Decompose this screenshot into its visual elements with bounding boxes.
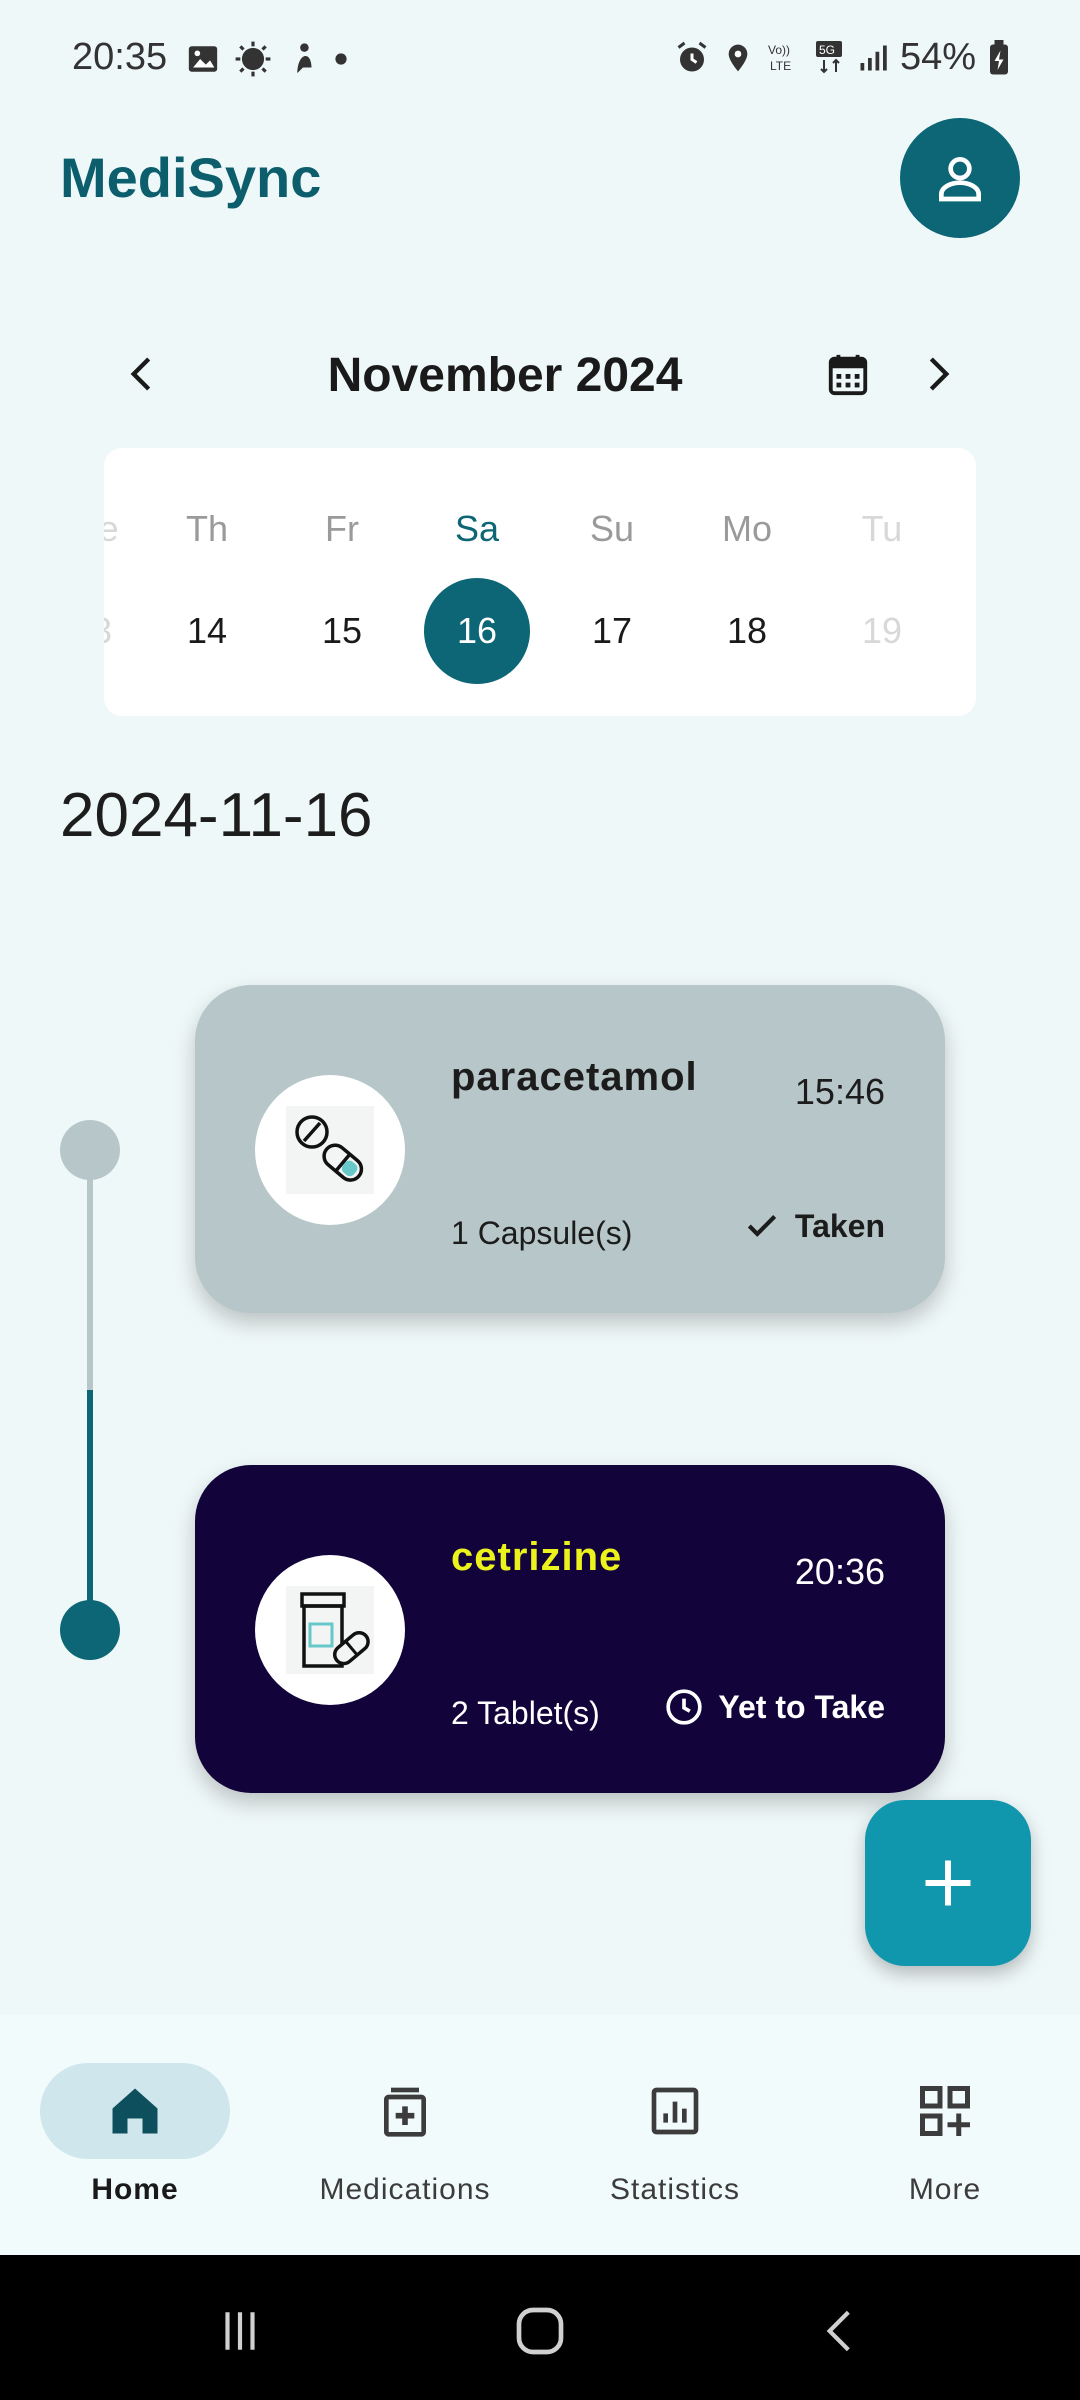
recent-apps-button[interactable] xyxy=(200,2291,280,2371)
nav-icon-container xyxy=(850,2063,1040,2159)
medication-time: 20:36 xyxy=(794,1551,885,1592)
svg-text:Vo)): Vo)) xyxy=(768,43,790,57)
chevron-right-icon xyxy=(929,357,950,391)
day-number: 19 xyxy=(861,610,903,651)
medication-card-paracetamol[interactable]: paracetamol 15:46 1 Capsule(s) Taken xyxy=(195,985,945,1313)
medication-image xyxy=(255,1555,405,1705)
nav-icon-container xyxy=(310,2063,500,2159)
day-number: 16 xyxy=(424,578,530,684)
recent-apps-icon xyxy=(225,2312,255,2350)
calendar-picker-button[interactable] xyxy=(818,344,878,404)
5g-icon: 5G xyxy=(815,40,842,73)
timeline-line-upcoming xyxy=(87,1390,93,1630)
location-icon xyxy=(728,44,748,71)
plus-icon xyxy=(925,1860,971,1906)
brightness-icon xyxy=(235,41,271,77)
medication-status[interactable]: Yet to Take xyxy=(664,1687,885,1727)
day-name: Mo xyxy=(721,508,772,549)
status-label: Taken xyxy=(794,1207,885,1244)
profile-icon xyxy=(939,157,981,202)
bottom-navigation: Home Medications Statistics More xyxy=(0,2015,1080,2255)
nav-label: Medications xyxy=(319,2173,491,2206)
capsule-pills-icon xyxy=(286,1106,374,1194)
check-icon xyxy=(747,1215,777,1237)
system-icons: Vo)) LTE 5G 54% xyxy=(674,36,1010,79)
profile-button[interactable] xyxy=(900,118,1020,238)
day-14[interactable]: Th 14 xyxy=(147,448,267,716)
medication-icon xyxy=(384,2087,426,2137)
month-navigation: November 2024 xyxy=(0,330,1080,414)
day-name: Su xyxy=(589,508,635,549)
image-icon xyxy=(188,46,218,72)
svg-text:5G: 5G xyxy=(819,43,835,57)
day-name: Th xyxy=(185,508,228,549)
day-19[interactable]: Tu 19 xyxy=(822,448,942,716)
nav-icon-container xyxy=(40,2063,230,2159)
back-icon xyxy=(826,2310,850,2352)
day-number: 17 xyxy=(591,610,633,651)
nav-more[interactable]: More xyxy=(810,2015,1080,2255)
app-title: MediSync xyxy=(60,146,322,209)
nav-icon-container xyxy=(580,2063,770,2159)
medication-image xyxy=(255,1075,405,1225)
week-strip: We 13 Th 14 Fr 15 Sa 16 Su 17 Mo 18 Tu 1… xyxy=(104,448,976,716)
back-system-button[interactable] xyxy=(800,2291,880,2371)
timeline-dot-taken xyxy=(60,1120,120,1180)
pill-bottle-icon xyxy=(286,1586,374,1674)
nav-home[interactable]: Home xyxy=(0,2015,270,2255)
status-label: Yet to Take xyxy=(718,1688,885,1725)
clock-icon xyxy=(666,1689,703,1725)
status-bar: 20:35 Vo)) LTE 5G 54% xyxy=(0,0,1080,120)
statistics-icon xyxy=(651,2087,699,2135)
home-system-button[interactable] xyxy=(500,2291,580,2371)
timeline-dot-pending xyxy=(60,1600,120,1660)
day-name: Sa xyxy=(454,508,500,549)
day-15[interactable]: Fr 15 xyxy=(282,448,402,716)
nav-label: Statistics xyxy=(609,2173,741,2206)
nav-medications[interactable]: Medications xyxy=(270,2015,540,2255)
day-number: 14 xyxy=(186,610,228,651)
medication-status[interactable]: Taken xyxy=(743,1207,885,1245)
calendar-icon xyxy=(828,354,868,396)
more-grid-icon xyxy=(920,2086,970,2136)
status-time: 20:35 xyxy=(72,36,168,78)
accessibility-icon xyxy=(297,43,312,74)
day-number: 18 xyxy=(726,610,768,651)
timeline-line-past xyxy=(87,1150,93,1390)
volte-icon: Vo)) LTE xyxy=(768,43,791,73)
day-17[interactable]: Su 17 xyxy=(552,448,672,716)
medication-name: cetrizine xyxy=(451,1535,623,1579)
day-name: Fr xyxy=(325,508,359,549)
dot-icon xyxy=(335,53,347,65)
medication-time: 15:46 xyxy=(794,1071,885,1112)
day-16-selected[interactable]: Sa 16 xyxy=(417,448,537,716)
home-icon xyxy=(112,2088,158,2134)
next-month-button[interactable] xyxy=(908,344,968,404)
alarm-icon xyxy=(677,41,707,71)
svg-text:LTE: LTE xyxy=(770,59,791,73)
system-navigation-bar xyxy=(0,2255,1080,2400)
day-18[interactable]: Mo 18 xyxy=(687,448,807,716)
nav-statistics[interactable]: Statistics xyxy=(540,2015,810,2255)
home-circle-icon xyxy=(516,2307,564,2355)
day-13[interactable]: We 13 xyxy=(104,448,152,716)
battery-percent: 54% xyxy=(899,36,976,78)
selected-date-heading: 2024-11-16 xyxy=(60,781,373,850)
day-name: Tu xyxy=(861,508,903,549)
medication-card-cetrizine[interactable]: cetrizine 20:36 2 Tablet(s) Yet to Take xyxy=(195,1465,945,1793)
day-number: 13 xyxy=(104,578,145,684)
signal-icon xyxy=(860,45,887,70)
medication-name: paracetamol xyxy=(451,1055,698,1099)
medication-dose: 2 Tablet(s) xyxy=(451,1695,600,1731)
day-number: 15 xyxy=(321,610,363,651)
battery-charging-icon xyxy=(990,39,1008,74)
day-name: We xyxy=(104,508,119,549)
medication-dose: 1 Capsule(s) xyxy=(451,1215,633,1251)
notification-icons xyxy=(186,40,348,78)
nav-label: More xyxy=(908,2173,982,2206)
nav-label: Home xyxy=(91,2173,179,2206)
add-medication-button[interactable] xyxy=(865,1800,1031,1966)
